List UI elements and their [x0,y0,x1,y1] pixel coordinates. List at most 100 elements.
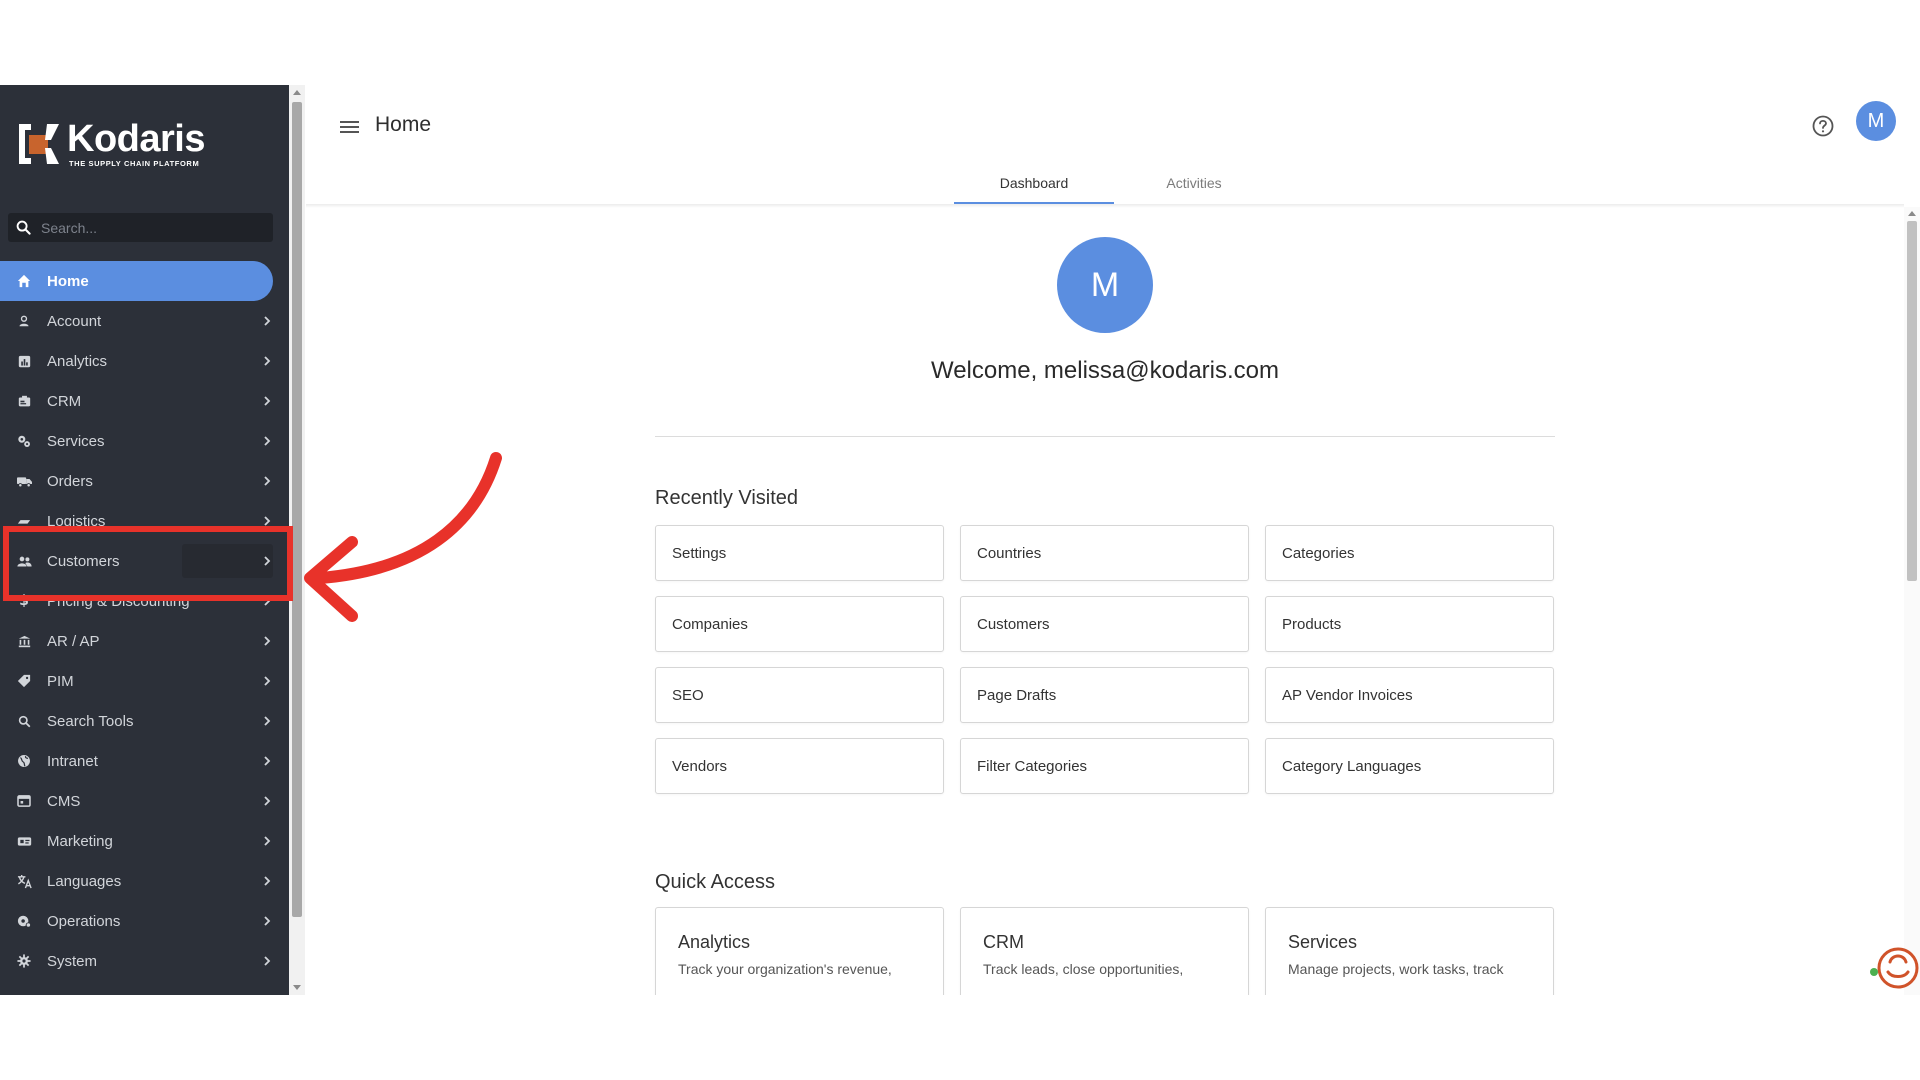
tab-bar: Dashboard Activities [954,162,1274,204]
chevron-right-icon [264,396,271,406]
search-icon [16,713,32,729]
chevron-right-icon [264,876,271,886]
recent-card-ap-vendor-invoices[interactable]: AP Vendor Invoices [1265,667,1554,723]
sidebar-item-services[interactable]: Services [0,421,289,461]
sidebar-item-home[interactable]: Home [0,261,273,301]
tag-icon [16,673,32,689]
recent-card-filter-categories[interactable]: Filter Categories [960,738,1249,794]
sidebar-item-search-tools[interactable]: Search Tools [0,701,289,741]
chat-widget-button[interactable] [1868,942,1920,994]
app-window: Kodaris THE SUPPLY CHAIN PLATFORM Home A… [0,85,1920,995]
section-divider [655,436,1555,437]
megaphone-icon [16,833,32,849]
recent-card-settings[interactable]: Settings [655,525,944,581]
sidebar-item-languages[interactable]: Languages [0,861,289,901]
sidebar-item-operations[interactable]: Operations [0,901,289,941]
sidebar-item-label: Analytics [47,352,108,370]
sidebar-item-pim[interactable]: PIM [0,661,289,701]
translate-icon [16,873,32,889]
gears-icon [16,433,32,449]
operations-icon [16,913,32,929]
sidebar-item-crm[interactable]: CRM [0,381,289,421]
quick-card-crm[interactable]: CRM Track leads, close opportunities, [960,907,1249,995]
sidebar-nav: Home Account Analytics CRM Services Orde… [0,261,289,981]
crm-icon [16,393,32,409]
quick-card-title: Services [1288,932,1358,952]
recently-visited-title: Recently Visited [655,487,799,509]
sidebar-item-intranet[interactable]: Intranet [0,741,289,781]
recent-card-customers[interactable]: Customers [960,596,1249,652]
welcome-message: Welcome, melissa@kodaris.com [930,357,1279,384]
scroll-down-arrow[interactable] [293,985,301,990]
recent-card-products[interactable]: Products [1265,596,1554,652]
tab-activities[interactable]: Activities [1114,162,1274,204]
chevron-right-icon [264,956,271,966]
recent-card-categories[interactable]: Categories [1265,525,1554,581]
sidebar-item-label: Search Tools [47,712,134,730]
main-content: Home M Dashboard Activities M Welcome, m… [306,85,1920,995]
quick-card-services[interactable]: Services Manage projects, work tasks, tr… [1265,907,1554,995]
chevron-right-icon [264,796,271,806]
sidebar-item-label: Marketing [47,832,113,850]
brand-tagline: THE SUPPLY CHAIN PLATFORM [69,159,200,168]
sidebar-item-account[interactable]: Account [0,301,289,341]
recent-card-countries[interactable]: Countries [960,525,1249,581]
recent-card-category-languages[interactable]: Category Languages [1265,738,1554,794]
sidebar-item-label: CMS [47,792,81,810]
sidebar-item-label: AR / AP [47,632,100,650]
chevron-right-icon [264,476,271,486]
hamburger-icon [340,121,359,133]
gear-icon [16,953,32,969]
sidebar-item-orders[interactable]: Orders [0,461,289,501]
quick-card-analytics[interactable]: Analytics Track your organization's reve… [655,907,944,995]
recent-card-companies[interactable]: Companies [655,596,944,652]
chevron-right-icon [264,916,271,926]
sidebar-item-label: PIM [47,672,74,690]
person-icon [16,313,32,329]
quick-card-description: Track leads, close opportunities, [983,961,1184,977]
recent-card-seo[interactable]: SEO [655,667,944,723]
tab-dashboard[interactable]: Dashboard [954,162,1114,204]
sidebar-item-cms[interactable]: CMS [0,781,289,821]
sidebar-item-ar-ap[interactable]: AR / AP [0,621,289,661]
sidebar-item-label: Orders [47,472,93,490]
chevron-right-icon [264,316,271,326]
sidebar-item-label: Home [47,272,89,290]
sidebar-search [8,213,273,242]
home-icon [16,273,32,289]
sidebar-item-marketing[interactable]: Marketing [0,821,289,861]
sidebar-item-label: Account [47,312,102,330]
help-button[interactable] [1810,113,1836,139]
search-icon [16,220,31,235]
quick-access-grid: Analytics Track your organization's reve… [655,907,1555,995]
sidebar-item-label: Intranet [47,752,98,770]
sidebar-item-system[interactable]: System [0,941,289,981]
search-input[interactable] [41,219,251,236]
profile-avatar: M [1057,237,1153,333]
chevron-right-icon [264,836,271,846]
bank-icon [16,633,32,649]
chevron-right-icon [264,636,271,646]
recent-card-page-drafts[interactable]: Page Drafts [960,667,1249,723]
recent-card-vendors[interactable]: Vendors [655,738,944,794]
main-scrollbar[interactable] [1904,207,1920,995]
chat-bubble-icon [1870,947,1919,989]
chevron-right-icon [264,436,271,446]
truck-icon [16,473,32,489]
user-avatar-button[interactable]: M [1856,101,1896,141]
quick-access-title: Quick Access [655,871,776,893]
sidebar-item-analytics[interactable]: Analytics [0,341,289,381]
chevron-right-icon [264,716,271,726]
sidebar-item-label: CRM [47,392,82,410]
scroll-up-arrow[interactable] [1908,211,1916,216]
scroll-up-arrow[interactable] [293,90,301,95]
quick-card-title: CRM [983,932,1024,952]
page-title: Home [375,113,432,136]
hamburger-menu-button[interactable] [333,111,365,143]
recently-visited-grid: Settings Countries Categories Companies … [655,525,1555,794]
kodaris-logo-icon [17,122,61,166]
brand-logo[interactable]: Kodaris THE SUPPLY CHAIN PLATFORM [17,119,205,169]
scrollbar-thumb[interactable] [1907,221,1917,581]
annotation-highlight-box [3,526,293,601]
dashboard-panel: M Welcome, melissa@kodaris.com Recently … [306,207,1904,995]
